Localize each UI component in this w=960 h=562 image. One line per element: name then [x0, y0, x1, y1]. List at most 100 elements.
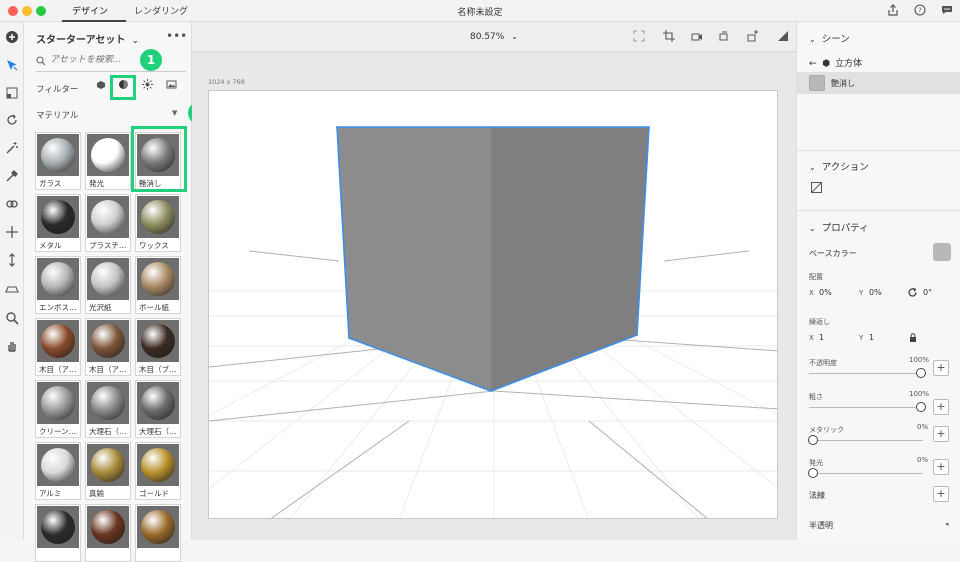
repeat-x-value[interactable]: 1: [819, 333, 824, 342]
chat-icon[interactable]: [940, 4, 954, 18]
frame-icon[interactable]: [4, 86, 20, 102]
lock-icon[interactable]: [909, 333, 917, 344]
rotate-icon: [907, 287, 918, 300]
glow-slider-knob[interactable]: [808, 468, 818, 478]
material-tile[interactable]: [85, 504, 131, 562]
material-tile[interactable]: 大理石（…: [135, 380, 181, 438]
material-tile[interactable]: プラスチ…: [85, 194, 131, 252]
material-tile[interactable]: エンボス…: [35, 256, 81, 314]
camera-icon[interactable]: [690, 30, 704, 44]
opacity-add-button[interactable]: +: [933, 360, 949, 376]
more-options-icon[interactable]: •••: [166, 29, 187, 43]
material-tile[interactable]: 大理石（…: [85, 380, 131, 438]
crop-icon[interactable]: [662, 30, 676, 44]
material-tile[interactable]: [35, 504, 81, 562]
cube-side-face[interactable]: [491, 127, 649, 391]
actions-section[interactable]: ⌄ アクション: [809, 159, 869, 173]
move-icon[interactable]: [4, 225, 20, 241]
frame-fit-icon[interactable]: [632, 30, 646, 44]
material-tile[interactable]: 真鍮: [85, 442, 131, 500]
material-label: クリーン…: [39, 427, 77, 436]
zoom-icon[interactable]: [4, 311, 20, 327]
glow-value: 0%: [917, 456, 929, 464]
repeat-x-label: X: [809, 334, 814, 342]
material-tile[interactable]: 木目（ア…: [85, 318, 131, 376]
glow-slider-track[interactable]: [809, 473, 923, 474]
opacity-slider-track[interactable]: [809, 373, 923, 374]
select-icon[interactable]: [4, 58, 20, 74]
material-thumbnail: [87, 134, 129, 176]
material-tile[interactable]: [135, 504, 181, 562]
opacity-slider-knob[interactable]: [916, 368, 926, 378]
orbit-icon[interactable]: [4, 113, 20, 129]
document-title: 名称未設定: [457, 8, 503, 18]
callout-badge-1: 1: [140, 49, 162, 71]
image-filter-icon[interactable]: [162, 79, 180, 97]
add-icon[interactable]: [4, 30, 20, 46]
material-tile[interactable]: アルミ: [35, 442, 81, 500]
action-image-icon[interactable]: [811, 182, 822, 195]
material-label: メタル: [39, 241, 62, 250]
metallic-slider-knob[interactable]: [808, 435, 818, 445]
camera-move-icon[interactable]: [718, 30, 732, 44]
zoom-dropdown[interactable]: 80.57% ⌄: [470, 32, 518, 42]
opacity-value: 100%: [909, 356, 930, 364]
material-tile[interactable]: 光沢紙: [85, 256, 131, 314]
material-sphere: [91, 138, 125, 172]
metallic-slider-track[interactable]: [809, 440, 923, 441]
vertical-move-icon[interactable]: [4, 253, 20, 269]
material-tile[interactable]: ワックス: [135, 194, 181, 252]
material-label: 木目（ア…: [89, 365, 127, 374]
scene-section[interactable]: ⌄ シーン: [809, 31, 850, 45]
ground-icon[interactable]: [4, 281, 20, 297]
model-filter-icon[interactable]: [92, 79, 110, 97]
rotation-value[interactable]: 0°: [923, 288, 932, 297]
repeat-y-value[interactable]: 1: [869, 333, 874, 342]
material-tile[interactable]: ボール紙: [135, 256, 181, 314]
material-label: 木目（ア…: [39, 365, 77, 374]
material-tile[interactable]: クリーン…: [35, 380, 81, 438]
link-icon[interactable]: [4, 197, 20, 213]
histogram-icon[interactable]: [776, 30, 790, 44]
material-thumbnail: [37, 196, 79, 238]
material-tile[interactable]: 木目（ア…: [35, 318, 81, 376]
roughness-slider-knob[interactable]: [916, 402, 926, 412]
magic-wand-icon[interactable]: [4, 141, 20, 157]
cube-icon: ⬢: [822, 59, 831, 69]
placement-x-value[interactable]: 0%: [819, 288, 832, 297]
back-arrow-icon[interactable]: ←: [809, 59, 817, 69]
material-thumbnail: [87, 196, 129, 238]
title-bar: デザイン レンダリング 名称未設定 ?: [0, 0, 960, 22]
properties-section[interactable]: ⌄ プロパティ: [809, 220, 869, 234]
roughness-slider-track[interactable]: [809, 407, 923, 408]
material-tile[interactable]: 木目（ブ…: [135, 318, 181, 376]
glow-label: 発光: [809, 459, 823, 467]
material-label: ボール紙: [139, 303, 169, 312]
help-icon[interactable]: ?: [913, 4, 927, 18]
material-sphere: [141, 262, 175, 296]
hand-icon[interactable]: [4, 339, 20, 355]
material-row[interactable]: 艶消し: [797, 72, 960, 94]
material-tile[interactable]: メタル: [35, 194, 81, 252]
share-icon[interactable]: [886, 4, 900, 18]
glow-add-button[interactable]: +: [933, 459, 949, 475]
material-tile[interactable]: 発光: [85, 132, 131, 190]
light-filter-icon[interactable]: [138, 79, 156, 97]
eyedropper-icon[interactable]: [4, 169, 20, 185]
base-color-swatch[interactable]: [933, 243, 951, 261]
roughness-add-button[interactable]: +: [933, 399, 949, 415]
normal-add-button[interactable]: +: [933, 486, 949, 502]
material-thumbnail: [137, 382, 179, 424]
collapse-arrow-icon[interactable]: ▼: [172, 109, 177, 117]
canvas-toolbar: 80.57% ⌄: [192, 22, 796, 52]
artboard[interactable]: [208, 90, 778, 519]
object-row[interactable]: ← ⬢ 立方体: [809, 56, 862, 69]
material-tile[interactable]: ゴールド: [135, 442, 181, 500]
placement-y-value[interactable]: 0%: [869, 288, 882, 297]
assets-dropdown[interactable]: スターターアセット ⌄: [36, 31, 139, 46]
material-sphere: [141, 386, 175, 420]
metallic-add-button[interactable]: +: [933, 426, 949, 442]
expand-arrow-icon[interactable]: ◂: [945, 520, 949, 528]
camera-add-icon[interactable]: [746, 30, 760, 44]
material-tile[interactable]: ガラス: [35, 132, 81, 190]
